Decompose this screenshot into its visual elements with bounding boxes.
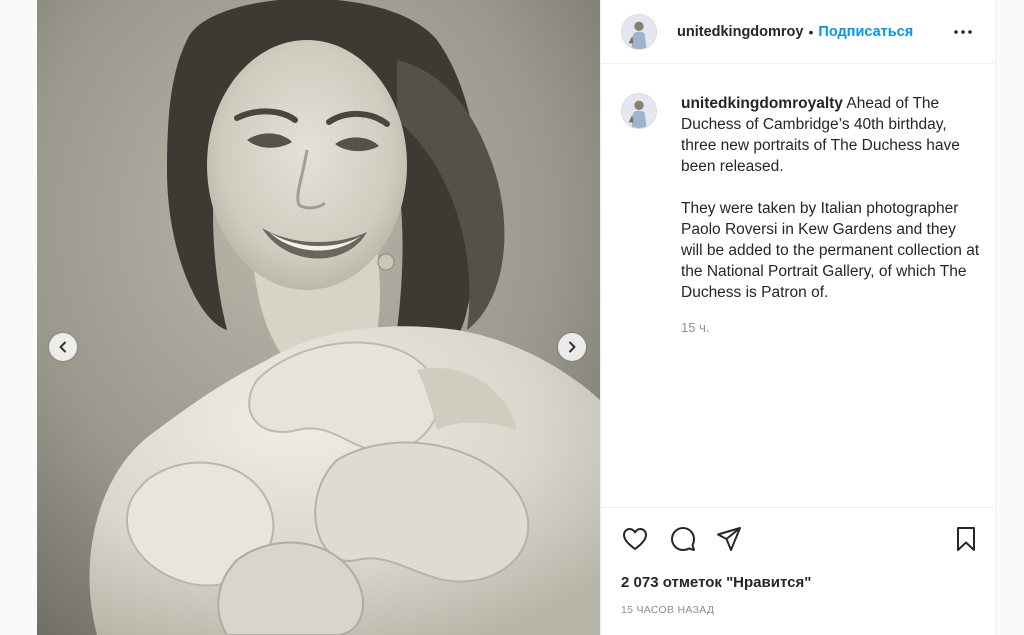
post-photo[interactable] bbox=[37, 0, 600, 635]
follow-button[interactable]: Подписаться bbox=[818, 24, 913, 40]
instagram-post-page: unitedkingdomroy • Подписаться unitedkin… bbox=[0, 0, 1024, 635]
avatar-image bbox=[622, 14, 656, 49]
likes-count[interactable]: 2 073 отметок "Нравится" bbox=[621, 574, 811, 591]
share-button[interactable] bbox=[715, 525, 743, 553]
like-button[interactable] bbox=[621, 525, 649, 553]
save-button[interactable] bbox=[952, 525, 980, 553]
comment-button[interactable] bbox=[669, 525, 697, 553]
caption: unitedkingdomroyalty Ahead of The Duches… bbox=[621, 93, 991, 338]
page-background-right bbox=[996, 0, 1024, 635]
more-horizontal-icon bbox=[954, 30, 972, 34]
caption-username[interactable]: unitedkingdomroyalty bbox=[681, 95, 843, 112]
posted-time: 15 ЧАСОВ НАЗАД bbox=[621, 604, 715, 616]
caption-paragraph-1: unitedkingdomroyalty Ahead of The Duches… bbox=[681, 93, 981, 177]
caption-avatar[interactable] bbox=[621, 93, 657, 129]
actions-bar: 2 073 отметок "Нравится" 15 ЧАСОВ НАЗАД bbox=[601, 507, 997, 635]
caption-paragraph-2: They were taken by Italian photographer … bbox=[681, 200, 980, 301]
caption-body: unitedkingdomroyalty Ahead of The Duches… bbox=[681, 93, 981, 338]
portrait-photo bbox=[37, 0, 600, 635]
avatar[interactable] bbox=[621, 13, 657, 50]
more-options-button[interactable] bbox=[951, 20, 975, 44]
paper-plane-icon bbox=[717, 527, 741, 551]
chevron-right-icon bbox=[569, 341, 576, 353]
post-side-panel: unitedkingdomroy • Подписаться unitedkin… bbox=[600, 0, 997, 635]
carousel-next-button[interactable] bbox=[558, 333, 586, 361]
heart-icon bbox=[623, 528, 647, 550]
caption-timestamp[interactable]: 15 ч. bbox=[681, 317, 981, 338]
avatar-image bbox=[622, 94, 656, 128]
header-separator: • bbox=[808, 23, 814, 40]
post-header: unitedkingdomroy • Подписаться bbox=[601, 0, 997, 64]
bookmark-icon bbox=[957, 527, 975, 551]
header-username[interactable]: unitedkingdomroy bbox=[677, 24, 803, 40]
comment-icon bbox=[671, 527, 695, 551]
chevron-left-icon bbox=[59, 341, 66, 353]
carousel-prev-button[interactable] bbox=[49, 333, 77, 361]
